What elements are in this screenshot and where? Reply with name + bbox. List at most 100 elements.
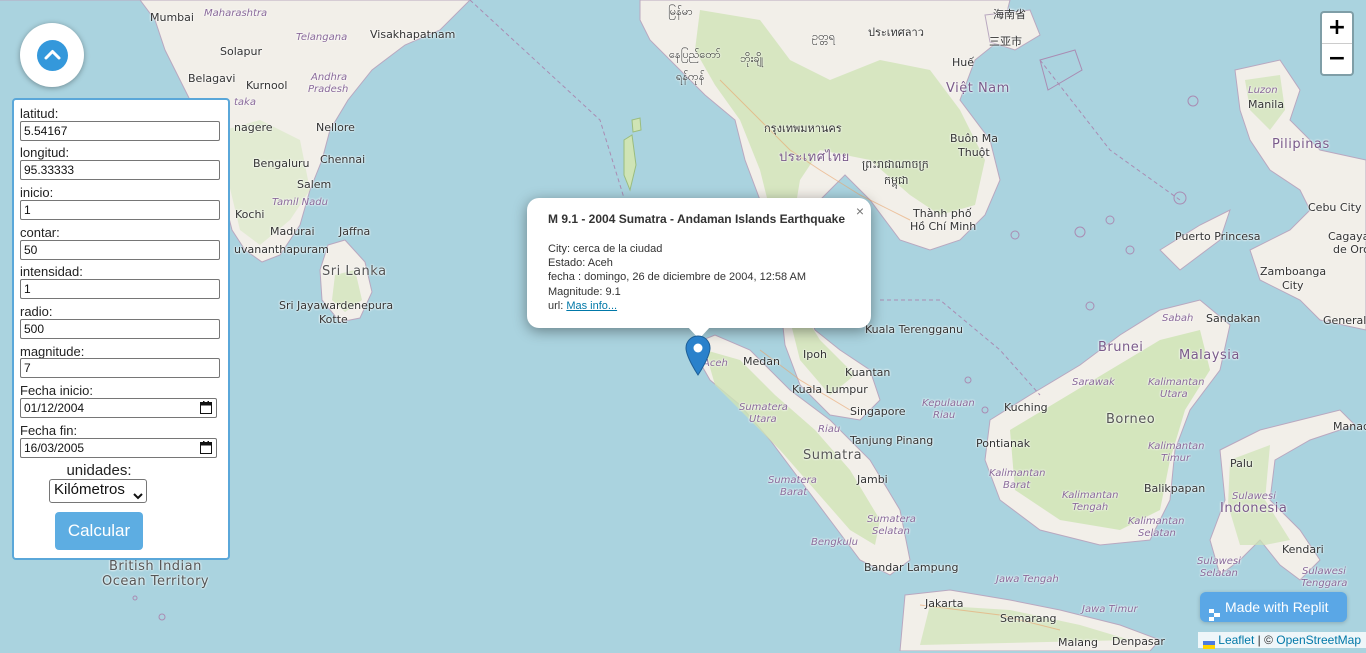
popup-date: fecha : domingo, 26 de diciembre de 2004…	[548, 271, 807, 283]
collapse-panel-button[interactable]	[20, 23, 84, 87]
map-place-label: Kuala Lumpur	[792, 383, 868, 396]
units-select[interactable]: Kilómetros	[49, 479, 147, 503]
openstreetmap-link[interactable]: OpenStreetMap	[1276, 633, 1361, 647]
map-place-label: Kalimantan	[989, 468, 1046, 479]
map-place-label: Selatan	[1138, 528, 1176, 539]
map-place-label: Andhra	[311, 72, 348, 83]
calculate-button[interactable]: Calcular	[55, 512, 143, 550]
map-place-label: နေပြည်တော်	[669, 48, 721, 61]
map-place-label: British Indian	[109, 559, 202, 574]
map-place-label: Kurnool	[246, 79, 288, 92]
calendar-icon[interactable]	[200, 441, 212, 458]
units-label: unidades:	[66, 462, 132, 479]
map-place-label: Utara	[749, 414, 777, 425]
zoom-in-button[interactable]: +	[1322, 13, 1352, 43]
map-place-label: Riau	[933, 410, 956, 421]
made-with-replit-badge[interactable]: Made with Replit	[1200, 592, 1347, 622]
map-place-label: Luzon	[1248, 85, 1278, 96]
map-place-label: Sri Jayawardenepura	[279, 299, 394, 312]
radius-input[interactable]: 500	[20, 319, 220, 339]
map-place-label: Tamil Nadu	[272, 197, 328, 208]
map-place-label: Jawa Tengah	[996, 574, 1059, 585]
map-place-label: Sandakan	[1206, 312, 1261, 325]
ukraine-flag-icon	[1203, 637, 1216, 649]
map-place-label: Solapur	[220, 45, 262, 58]
map-place-label: Nellore	[316, 121, 355, 134]
end-date-input[interactable]: 16/03/2005	[20, 438, 217, 458]
popup-city: City: cerca de la ciudad	[548, 243, 663, 255]
map-place-label: Sulawesi	[1302, 566, 1346, 577]
magnitude-label: magnitude:	[20, 344, 85, 359]
map-place-label: Sabah	[1162, 313, 1194, 324]
popup-magnitude: Magnitude: 9.1	[548, 286, 621, 298]
map-place-label: 三亚市	[989, 35, 1022, 48]
map-place-label: Borneo	[1106, 412, 1156, 427]
longitude-label: longitud:	[20, 145, 70, 160]
map-marker-icon[interactable]	[685, 335, 711, 381]
map-place-label: Sulawesi	[1197, 556, 1241, 567]
more-info-link[interactable]: Mas info...	[566, 300, 617, 312]
map-place-label: General	[1323, 314, 1366, 327]
map-place-label: Kalimantan	[1062, 490, 1119, 501]
longitude-input[interactable]: 95.33333	[20, 160, 220, 180]
map-place-label: 海南省	[993, 8, 1026, 21]
map-place-label: Tengah	[1072, 502, 1109, 513]
popup-title: M 9.1 - 2004 Sumatra - Andaman Islands E…	[548, 212, 845, 226]
map-place-label: Utara	[1160, 389, 1188, 400]
map-place-label: Ipoh	[803, 348, 827, 361]
map-place-label: Buôn Ma	[950, 132, 998, 145]
start-input[interactable]: 1	[20, 200, 220, 220]
map-place-label: Riau	[818, 424, 841, 435]
earthquake-popup: × M 9.1 - 2004 Sumatra - Andaman Islands…	[527, 198, 871, 339]
map-place-label: Indonesia	[1220, 501, 1288, 516]
map-place-label: Selatan	[1200, 568, 1238, 579]
map-place-label: taka	[234, 97, 256, 108]
map-place-label: de Orc	[1333, 243, 1366, 256]
map-place-label: Jambi	[857, 473, 888, 486]
map-place-label: Sumatera	[768, 475, 817, 486]
map-place-label: Kotte	[319, 313, 348, 326]
map-place-label: Palu	[1230, 457, 1253, 470]
map-place-label: Kepulauan	[922, 398, 975, 409]
map-place-label: ရန်ကုန်	[676, 70, 705, 83]
map-place-label: Jakarta	[925, 597, 964, 610]
map-place-label: Kuantan	[845, 366, 891, 379]
map-place-label: Semarang	[1000, 612, 1057, 625]
map-place-label: Denpasar	[1112, 635, 1165, 648]
map-place-label: Kuching	[1004, 401, 1048, 414]
map-place-label: ประเทศลาว	[868, 26, 924, 39]
map-place-label: Pradesh	[308, 84, 349, 95]
map-place-label: Ocean Territory	[102, 574, 210, 589]
count-input[interactable]: 50	[20, 240, 220, 260]
map-place-label: Việt Nam	[946, 81, 1010, 96]
chevron-up-icon	[37, 40, 68, 71]
map-place-label: Thuột	[958, 146, 990, 159]
map-place-label: City	[1282, 279, 1304, 292]
latitude-label: latitud:	[20, 106, 59, 121]
map-place-label: Pontianak	[976, 437, 1031, 450]
map-place-label: Visakhapatnam	[370, 28, 456, 41]
map-place-label: Chennai	[320, 153, 366, 166]
map-place-label: Zamboanga	[1260, 265, 1327, 278]
zoom-out-button[interactable]: −	[1322, 43, 1352, 74]
map-place-label: Sumatera	[739, 402, 788, 413]
start-date-input[interactable]: 01/12/2004	[20, 398, 217, 418]
intensity-input[interactable]: 1	[20, 279, 220, 299]
map-place-label: ព្រះរាជាណាចក្រ	[862, 158, 929, 171]
calendar-icon[interactable]	[200, 401, 212, 418]
map-place-label: Madurai	[270, 225, 315, 238]
map-place-label: Tanjung Pinang	[850, 434, 934, 447]
map-place-label: ประเทศไทย	[779, 150, 850, 165]
map-place-label: Barat	[780, 487, 808, 498]
map-place-label: ဘိုးချို	[740, 52, 763, 65]
popup-close-button[interactable]: ×	[856, 203, 864, 219]
map-place-label: Maharashtra	[204, 8, 268, 19]
map-place-label: Timur	[1161, 453, 1191, 464]
leaflet-link[interactable]: Leaflet	[1218, 633, 1254, 647]
map-place-label: Sri Lanka	[322, 264, 387, 279]
map-place-label: Kalimantan	[1148, 377, 1205, 388]
map-place-label: កម្ពុជា	[884, 174, 909, 187]
magnitude-input[interactable]: 7	[20, 358, 220, 378]
replit-label: Made with Replit	[1225, 599, 1329, 615]
latitude-input[interactable]: 5.54167	[20, 121, 220, 141]
